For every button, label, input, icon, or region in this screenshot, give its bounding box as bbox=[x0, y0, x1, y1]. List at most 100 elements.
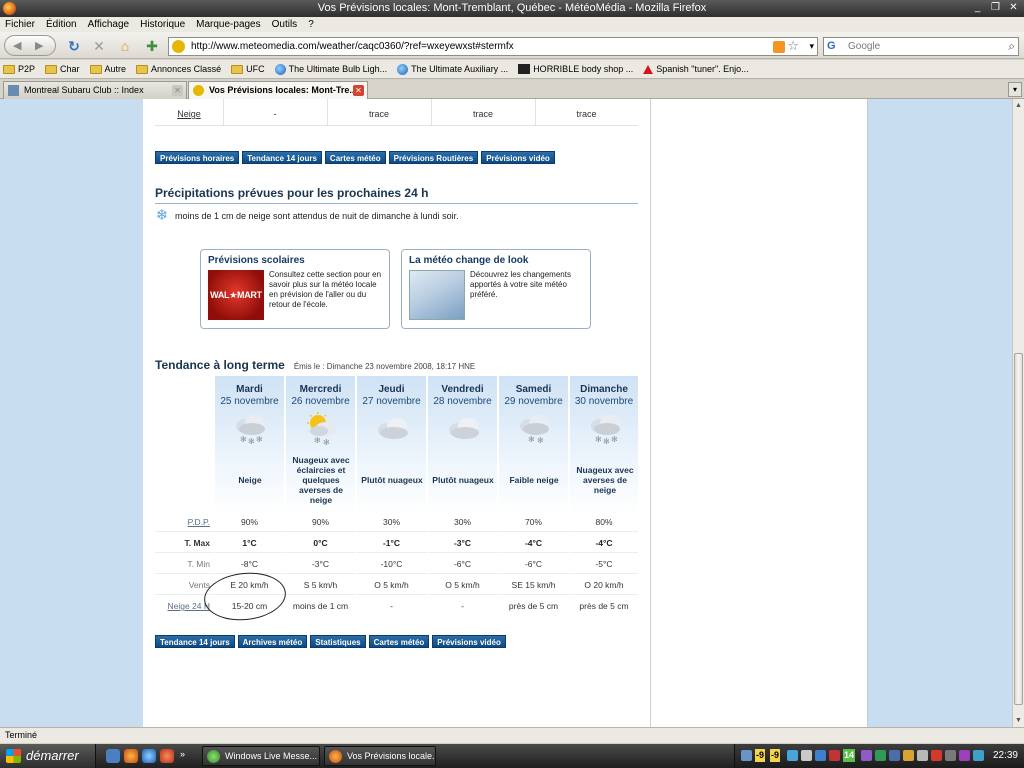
search-input[interactable]: Google bbox=[848, 41, 880, 52]
search-magnifier-icon[interactable]: ⌕ bbox=[1008, 39, 1015, 54]
video-forecast-button[interactable]: Prévisions vidéo bbox=[481, 151, 555, 164]
forward-arrow-icon[interactable]: ▶ bbox=[35, 39, 43, 52]
menu-tools[interactable]: Outils bbox=[272, 17, 298, 32]
promo-text: Consultez cette section pour en savoir p… bbox=[269, 270, 382, 309]
promo-title[interactable]: La météo change de look bbox=[409, 255, 528, 266]
temperature-readout[interactable]: -9 bbox=[770, 749, 781, 762]
bookmark-item[interactable]: Char bbox=[45, 64, 80, 74]
tray-app-icon[interactable] bbox=[787, 750, 798, 761]
clock[interactable]: 22:39 bbox=[993, 750, 1018, 761]
url-dropdown-icon[interactable]: ▾ bbox=[809, 41, 814, 52]
menu-edit[interactable]: Édition bbox=[46, 17, 77, 32]
menu-help[interactable]: ? bbox=[308, 17, 314, 32]
site-favicon bbox=[172, 40, 185, 53]
tray-app-icon[interactable] bbox=[931, 750, 942, 761]
tray-counter[interactable]: 14 bbox=[843, 749, 856, 762]
trend-14-days-button[interactable]: Tendance 14 jours bbox=[155, 635, 235, 648]
promo-title[interactable]: Prévisions scolaires bbox=[208, 255, 305, 266]
scrollbar-thumb[interactable] bbox=[1014, 353, 1023, 705]
close-icon[interactable]: ✕ bbox=[1007, 1, 1020, 14]
day-name: Mardi bbox=[236, 384, 263, 395]
back-forward-button[interactable]: ◀ ▶ bbox=[4, 35, 56, 56]
google-engine-icon[interactable]: G bbox=[827, 40, 840, 53]
ie-quicklaunch-icon[interactable] bbox=[142, 749, 156, 763]
video-forecast-button[interactable]: Prévisions vidéo bbox=[432, 635, 506, 648]
tab-close-icon[interactable]: ✕ bbox=[353, 85, 364, 96]
bookmark-item[interactable]: Annonces Classé bbox=[136, 64, 221, 74]
restore-icon[interactable]: ❐ bbox=[989, 1, 1002, 14]
tab-list-dropdown-icon[interactable]: ▾ bbox=[1008, 82, 1022, 97]
pdp-value: 80% bbox=[595, 517, 613, 527]
tray-app-icon[interactable] bbox=[889, 750, 900, 761]
bookmark-item[interactable]: The Ultimate Auxiliary ... bbox=[397, 63, 508, 75]
statistics-button[interactable]: Statistiques bbox=[310, 635, 366, 648]
rss-feed-icon[interactable] bbox=[773, 41, 785, 53]
tray-app-icon[interactable] bbox=[959, 750, 970, 761]
promo-new-look[interactable]: La météo change de look Découvrez les ch… bbox=[401, 249, 591, 329]
bluetooth-icon[interactable] bbox=[815, 750, 826, 761]
new-look-thumbnail-image[interactable] bbox=[409, 270, 465, 320]
menu-view[interactable]: Affichage bbox=[88, 17, 130, 32]
scroll-up-icon[interactable]: ▲ bbox=[1013, 99, 1024, 112]
tab-close-icon[interactable]: ✕ bbox=[172, 85, 183, 96]
url-text[interactable]: http://www.meteomedia.com/weather/caqc03… bbox=[191, 41, 514, 52]
day-name: Vendredi bbox=[441, 384, 484, 395]
minimize-icon[interactable]: _ bbox=[971, 1, 984, 14]
home-icon[interactable]: ⌂ bbox=[117, 38, 133, 54]
network-icon[interactable] bbox=[741, 750, 752, 761]
reload-icon[interactable]: ↻ bbox=[66, 38, 82, 54]
search-bar[interactable]: G Google ⌕ bbox=[823, 37, 1019, 56]
tray-app-icon[interactable] bbox=[917, 750, 928, 761]
bookmark-item[interactable]: Spanish "tuner". Enjo... bbox=[643, 64, 749, 74]
weather-archives-button[interactable]: Archives météo bbox=[237, 635, 308, 648]
bookmark-item[interactable]: UFC bbox=[231, 64, 265, 74]
bookmark-item[interactable]: P2P bbox=[3, 64, 35, 74]
temperature-readout[interactable]: -9 bbox=[755, 749, 766, 762]
media-quicklaunch-icon[interactable] bbox=[160, 749, 174, 763]
stop-icon[interactable]: ✕ bbox=[91, 38, 107, 54]
tray-app-icon[interactable] bbox=[861, 750, 872, 761]
road-forecast-button[interactable]: Prévisions Routières bbox=[388, 151, 479, 164]
show-desktop-icon[interactable] bbox=[106, 749, 120, 763]
tab-meteomedia[interactable]: Vos Prévisions locales: Mont-Tre... ✕ bbox=[188, 81, 368, 99]
trend-14-days-button[interactable]: Tendance 14 jours bbox=[242, 151, 322, 164]
hourly-forecast-button[interactable]: Prévisions horaires bbox=[155, 151, 240, 164]
weather-maps-button[interactable]: Cartes météo bbox=[324, 151, 386, 164]
bookmark-star-icon[interactable]: ☆ bbox=[787, 38, 799, 54]
firefox-quicklaunch-icon[interactable] bbox=[124, 749, 138, 763]
pdp-label[interactable]: P.D.P. bbox=[155, 517, 210, 527]
bookmark-item[interactable]: HORRIBLE body shop ... bbox=[518, 64, 633, 74]
tab-subaru-club[interactable]: Montreal Subaru Club :: Index ✕ bbox=[3, 81, 187, 99]
promo-school-forecast[interactable]: Prévisions scolaires WAL★MART Consultez … bbox=[200, 249, 390, 329]
snow24-value: - bbox=[461, 601, 464, 611]
wind-value: O 5 km/h bbox=[374, 580, 409, 590]
tray-app-icon[interactable] bbox=[945, 750, 956, 761]
walmart-ad-image[interactable]: WAL★MART bbox=[208, 270, 264, 320]
wind-value: O 20 km/h bbox=[584, 580, 624, 590]
scroll-down-icon[interactable]: ▼ bbox=[1013, 714, 1024, 727]
add-bookmark-icon[interactable]: ✚ bbox=[144, 38, 160, 54]
svg-text:✻: ✻ bbox=[595, 435, 602, 444]
tmin-label: T. Min bbox=[187, 559, 210, 569]
menu-history[interactable]: Historique bbox=[140, 17, 185, 32]
volume-icon[interactable] bbox=[801, 750, 812, 761]
window-titlebar: Vos Prévisions locales: Mont-Tremblant, … bbox=[0, 0, 1024, 17]
tray-app-icon[interactable] bbox=[903, 750, 914, 761]
url-bar[interactable]: http://www.meteomedia.com/weather/caqc03… bbox=[168, 37, 818, 56]
tray-app-icon[interactable] bbox=[973, 750, 984, 761]
menu-bookmarks[interactable]: Marque-pages bbox=[196, 17, 260, 32]
weather-maps-button[interactable]: Cartes météo bbox=[368, 635, 430, 648]
quicklaunch-expand-icon[interactable]: » bbox=[180, 749, 190, 763]
taskbar-item-firefox[interactable]: Vos Prévisions locale... bbox=[324, 746, 436, 766]
antivirus-icon[interactable] bbox=[829, 750, 840, 761]
snow24-label[interactable]: Neige 24 H bbox=[155, 601, 210, 611]
taskbar-item-messenger[interactable]: Windows Live Messe... bbox=[202, 746, 320, 766]
tray-app-icon[interactable] bbox=[875, 750, 886, 761]
bookmark-item[interactable]: The Ultimate Bulb Ligh... bbox=[274, 63, 387, 75]
vertical-scrollbar[interactable]: ▲ ▼ bbox=[1012, 99, 1024, 727]
bookmark-item[interactable]: Autre bbox=[89, 64, 126, 74]
back-arrow-icon[interactable]: ◀ bbox=[13, 39, 21, 52]
start-button[interactable]: démarrer bbox=[0, 744, 96, 768]
snow-row-label[interactable]: Neige bbox=[155, 109, 223, 119]
menu-file[interactable]: Fichier bbox=[5, 17, 35, 32]
